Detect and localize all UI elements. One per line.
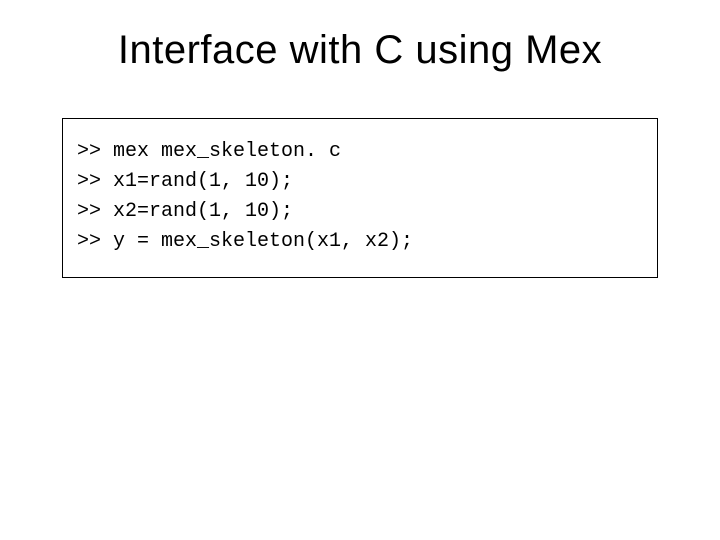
code-line: >> mex mex_skeleton. c: [77, 137, 643, 167]
code-line: >> x1=rand(1, 10);: [77, 167, 643, 197]
code-box: >> mex mex_skeleton. c >> x1=rand(1, 10)…: [62, 118, 658, 278]
slide-title: Interface with C using Mex: [0, 28, 720, 73]
slide: Interface with C using Mex >> mex mex_sk…: [0, 0, 720, 540]
code-line: >> y = mex_skeleton(x1, x2);: [77, 227, 643, 257]
code-line: >> x2=rand(1, 10);: [77, 197, 643, 227]
